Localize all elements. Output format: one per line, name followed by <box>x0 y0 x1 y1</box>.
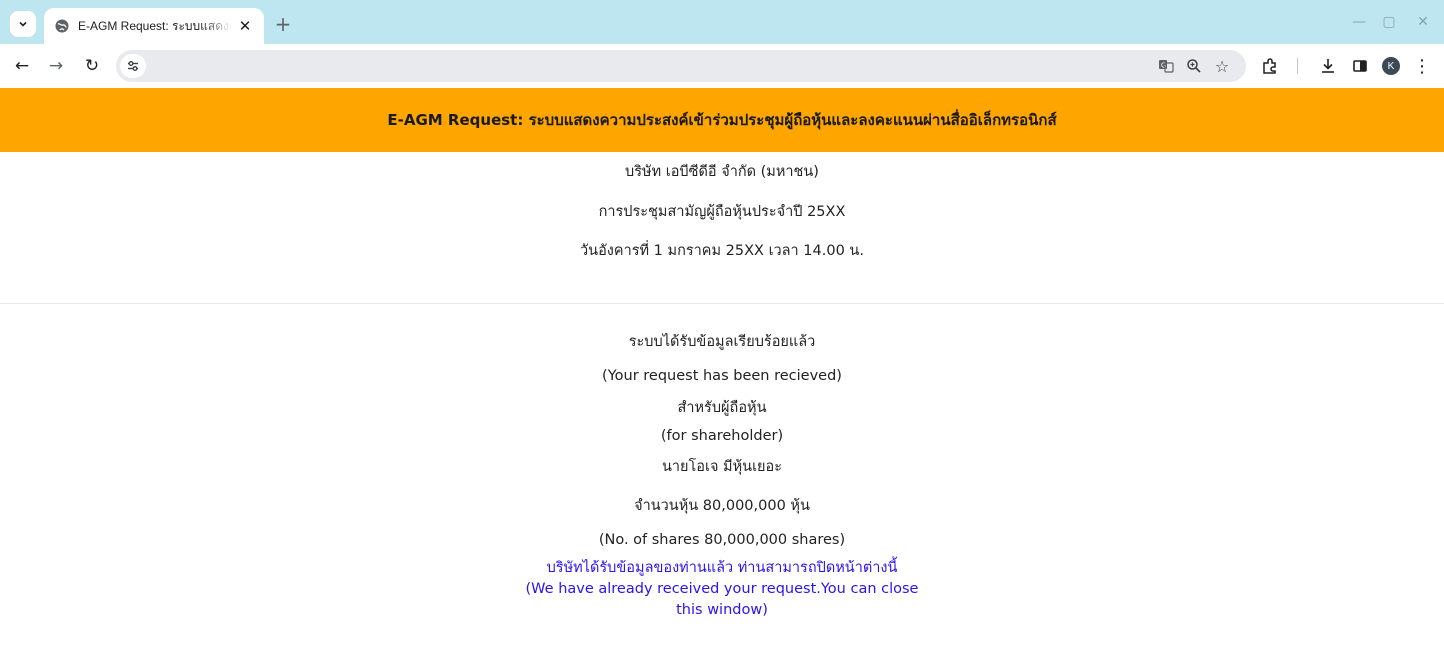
profile-avatar[interactable]: K <box>1382 57 1400 75</box>
globe-icon <box>55 19 69 33</box>
share-count-th: จำนวนหุ้น 80,000,000 หุ้น <box>634 498 810 514</box>
side-panel-icon[interactable] <box>1346 52 1374 80</box>
toolbar-divider <box>1297 58 1298 74</box>
received-message-en: (Your request has been recieved) <box>602 368 842 384</box>
reload-button[interactable]: ↻ <box>78 52 106 80</box>
new-tab-button[interactable]: + <box>272 12 294 36</box>
zoom-icon[interactable] <box>1182 54 1206 78</box>
browser-tab-active[interactable]: E-AGM Request: ระบบแสดงความประสงค์เข้าร่… <box>44 8 264 44</box>
for-shareholder-th: สำหรับผู้ถือหุ้น <box>677 400 767 416</box>
browser-tab-strip: E-AGM Request: ระบบแสดงความประสงค์เข้าร่… <box>0 0 1444 44</box>
shareholder-name: นายโอเจ มีหุ้นเยอะ <box>661 459 783 475</box>
back-button[interactable]: ← <box>8 52 36 80</box>
extensions-icon[interactable] <box>1256 52 1284 80</box>
chevron-down-icon <box>19 21 27 27</box>
maximize-button[interactable]: ▢ <box>1374 10 1404 34</box>
share-count-en: (No. of shares 80,000,000 shares) <box>598 532 846 548</box>
site-info-button[interactable] <box>120 54 146 78</box>
section-divider <box>0 303 1444 304</box>
close-notice-th: บริษัทได้รับข้อมูลของท่านแล้ว ท่านสามารถ… <box>546 560 898 576</box>
download-icon[interactable] <box>1314 52 1342 80</box>
received-message-th: ระบบได้รับข้อมูลเรียบร้อยแล้ว <box>628 334 816 350</box>
minimize-button[interactable]: — <box>1344 10 1374 34</box>
for-shareholder-en: (for shareholder) <box>660 428 784 444</box>
bookmark-star-icon[interactable]: ☆ <box>1210 54 1234 78</box>
meeting-datetime: วันอังคารที่ 1 มกราคม 25XX เวลา 14.00 น. <box>580 243 864 259</box>
address-bar[interactable]: G ☆ <box>116 50 1246 82</box>
tab-close-icon[interactable]: ✕ <box>236 17 254 35</box>
company-name: บริษัท เอบีซีดีอี จำกัด (มหาชน) <box>625 164 819 180</box>
meeting-name: การประชุมสามัญผู้ถือหุ้นประจำปี 25XX <box>598 204 846 220</box>
page-title: E-AGM Request: ระบบแสดงความประสงค์เข้าร่… <box>387 111 1057 129</box>
translate-icon[interactable]: G <box>1154 54 1178 78</box>
tab-title: E-AGM Request: ระบบแสดงความประสงค์เข้าร่… <box>78 18 232 33</box>
tab-search-button[interactable] <box>10 11 36 37</box>
tune-icon <box>128 61 138 71</box>
close-window-button[interactable]: ✕ <box>1408 10 1438 34</box>
browser-toolbar: ← → ↻ G ☆ K ⋮ <box>0 44 1444 88</box>
close-notice-en: (We have already received your request.Y… <box>525 581 919 618</box>
menu-icon[interactable]: ⋮ <box>1408 52 1436 80</box>
page-header-banner: E-AGM Request: ระบบแสดงความประสงค์เข้าร่… <box>0 88 1444 152</box>
forward-button[interactable]: → <box>42 52 70 80</box>
close-window-notice: บริษัทได้รับข้อมูลของท่านแล้ว ท่านสามารถ… <box>522 558 922 621</box>
